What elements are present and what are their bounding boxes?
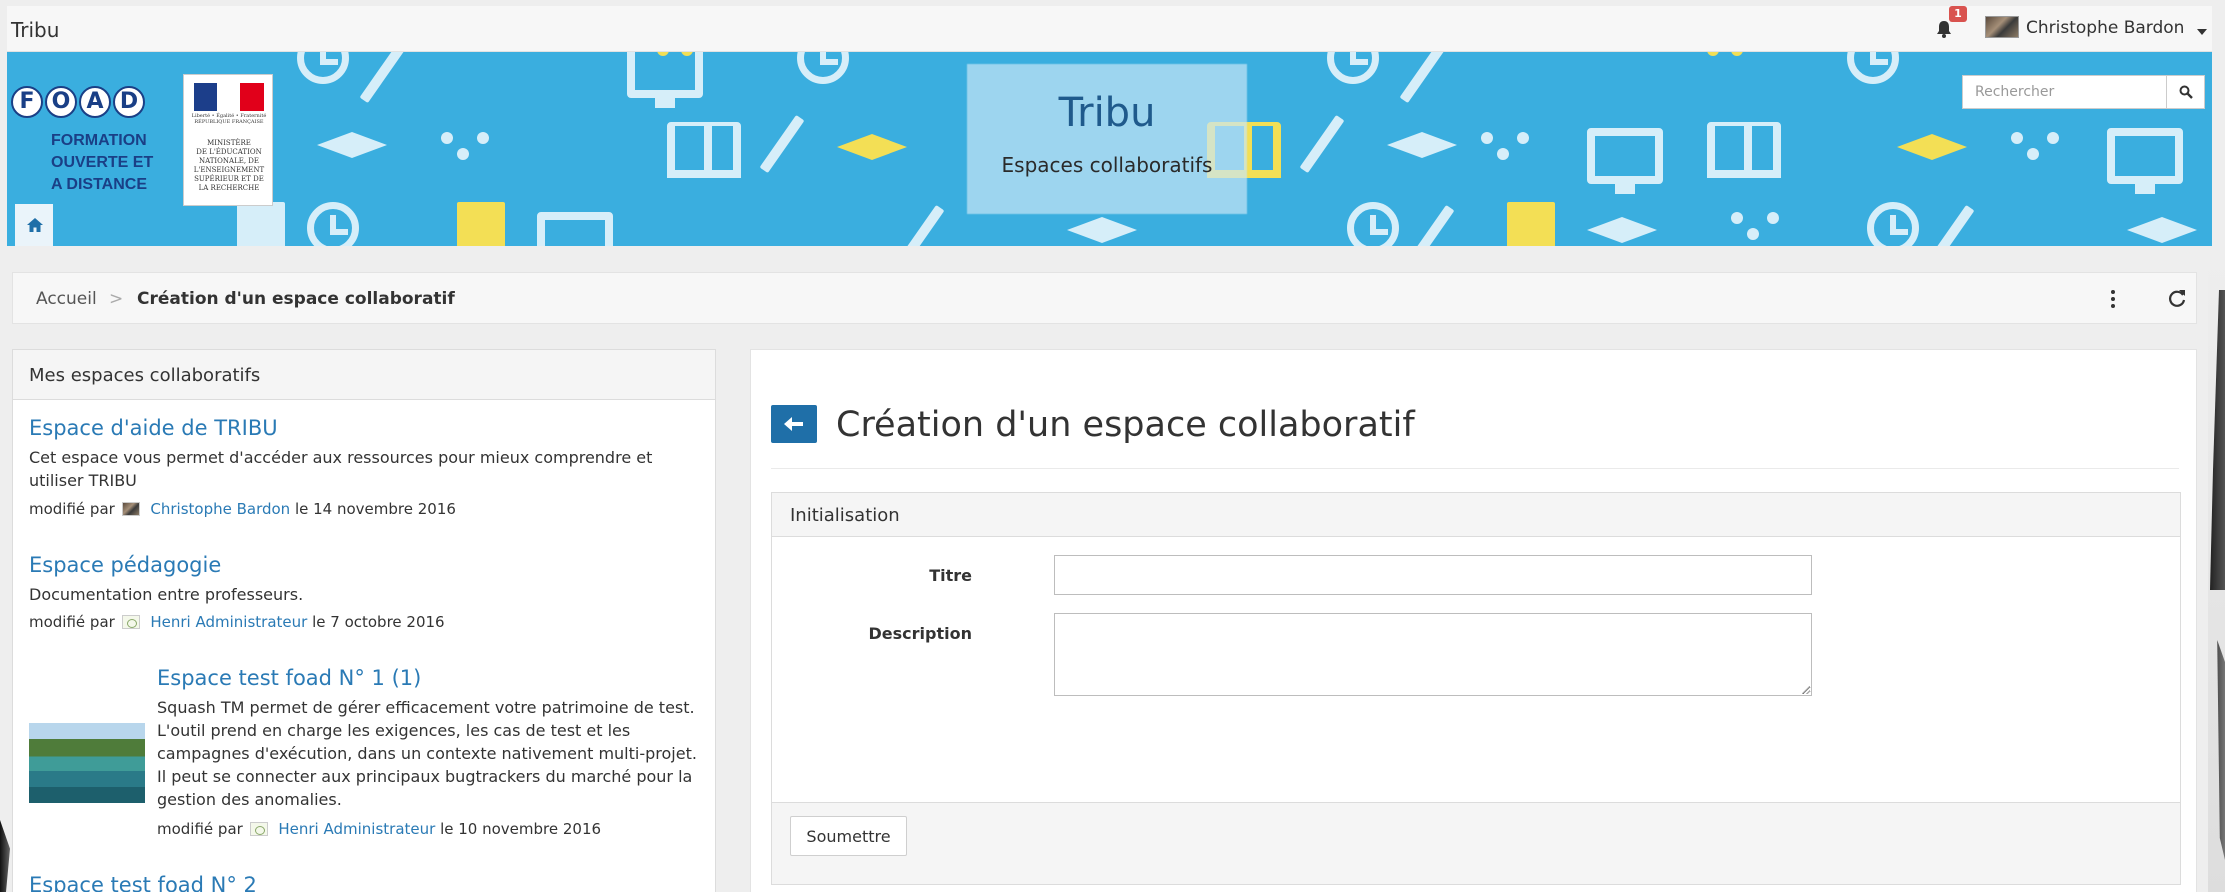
author-link[interactable]: Henri Administrateur	[278, 820, 435, 838]
space-title-link[interactable]: Espace pédagogie	[29, 553, 221, 577]
ministry-caption: MINISTÈRE DE L'ÉDUCATION NATIONALE, DE L…	[193, 139, 265, 192]
title-label: Titre	[929, 566, 972, 585]
foad-letter: A	[79, 86, 111, 118]
author-avatar	[121, 502, 140, 516]
breadcrumb: Accueil > Création d'un espace collabora…	[12, 272, 2197, 324]
home-button[interactable]	[15, 204, 53, 246]
author-avatar	[121, 615, 140, 629]
main-content: Création d'un espace collaboratif Initia…	[750, 349, 2197, 892]
submit-button[interactable]: Soumettre	[790, 816, 907, 856]
user-avatar[interactable]	[1985, 16, 2019, 38]
page-edge-decoration	[0, 820, 10, 892]
description-label: Description	[868, 624, 972, 643]
space-description: Squash TM permet de gérer efficacement v…	[157, 698, 697, 809]
initialisation-fieldset: Initialisation Titre Description Soumett…	[771, 492, 2181, 885]
author-avatar	[249, 822, 268, 836]
search-input[interactable]	[1963, 76, 2167, 108]
top-navbar: Tribu 1 Christophe Bardon	[7, 6, 2212, 52]
breadcrumb-current: Création d'un espace collaboratif	[137, 289, 455, 309]
banner-subtitle: Espaces collaboratifs	[1001, 153, 1213, 177]
banner-title-panel	[967, 64, 1247, 214]
description-field[interactable]	[1054, 613, 1812, 696]
panel-header: Mes espaces collaboratifs	[13, 350, 715, 400]
foad-letter: F	[11, 86, 43, 118]
chevron-down-icon[interactable]	[2197, 29, 2207, 35]
site-brand[interactable]: Tribu	[11, 18, 59, 42]
resize-handle-icon[interactable]	[1802, 686, 1810, 694]
space-modified-info: modifié par Henri Administrateur le 10 n…	[157, 820, 602, 838]
space-description: Documentation entre professeurs.	[29, 585, 304, 604]
search-icon	[2179, 85, 2193, 99]
space-thumbnail[interactable]	[29, 723, 145, 803]
header-banner: Tribu Espaces collaboratifs F O A D FORM…	[7, 52, 2212, 246]
foad-letter: O	[45, 86, 77, 118]
arrow-left-icon	[784, 417, 803, 431]
panel-title: Mes espaces collaboratifs	[29, 365, 261, 386]
republic-caption: Liberté • Égalité • Fraternité RÉPUBLIQU…	[191, 113, 267, 125]
author-link[interactable]: Henri Administrateur	[150, 613, 307, 631]
foad-letter: D	[113, 86, 145, 118]
breadcrumb-home-link[interactable]: Accueil	[36, 289, 97, 309]
refresh-icon[interactable]	[2165, 287, 2189, 311]
foad-caption: FORMATION OUVERTE ET A DISTANCE	[51, 132, 154, 193]
marianne-flag-icon	[194, 83, 264, 111]
list-item: Espace pédagogie Documentation entre pro…	[29, 553, 709, 633]
search-button[interactable]	[2168, 76, 2204, 108]
fieldset-footer: Soumettre	[772, 802, 2180, 884]
page-title: Création d'un espace collaboratif	[836, 405, 1415, 445]
space-modified-info: modifié par Henri Administrateur le 7 oc…	[29, 613, 445, 631]
space-description: Cet espace vous permet d'accéder aux res…	[29, 448, 653, 490]
search-box	[1962, 75, 2205, 109]
foad-logo[interactable]: F O A D FORMATION OUVERTE ET A DISTANCE	[11, 86, 171, 206]
space-title-link[interactable]: Espace test foad N° 1 (1)	[157, 666, 421, 690]
space-title-link[interactable]: Espace d'aide de TRIBU	[29, 416, 278, 440]
my-spaces-panel: Mes espaces collaboratifs Espace d'aide …	[12, 349, 716, 892]
list-item: Espace test foad N° 2	[29, 873, 709, 892]
title-field[interactable]	[1054, 555, 1812, 595]
home-icon	[27, 218, 43, 232]
divider	[771, 468, 2179, 469]
space-modified-info: modifié par Christophe Bardon le 14 nove…	[29, 500, 456, 518]
fieldset-header: Initialisation	[772, 493, 2180, 537]
ministry-logo[interactable]: Liberté • Égalité • Fraternité RÉPUBLIQU…	[183, 74, 273, 206]
breadcrumb-separator: >	[109, 289, 124, 309]
notification-bell-icon[interactable]	[1935, 20, 1953, 38]
back-button[interactable]	[771, 405, 817, 443]
banner-title: Tribu	[1058, 90, 1156, 136]
author-link[interactable]: Christophe Bardon	[150, 500, 290, 518]
fieldset-title: Initialisation	[790, 505, 900, 526]
space-title-link[interactable]: Espace test foad N° 2	[29, 873, 257, 892]
user-menu-name[interactable]: Christophe Bardon	[2026, 18, 2184, 38]
notification-count-badge: 1	[1949, 6, 1967, 22]
list-item: Espace d'aide de TRIBU Cet espace vous p…	[29, 416, 709, 526]
list-item: Espace test foad N° 1 (1) Squash TM perm…	[157, 666, 707, 846]
more-options-icon[interactable]	[2110, 290, 2116, 308]
